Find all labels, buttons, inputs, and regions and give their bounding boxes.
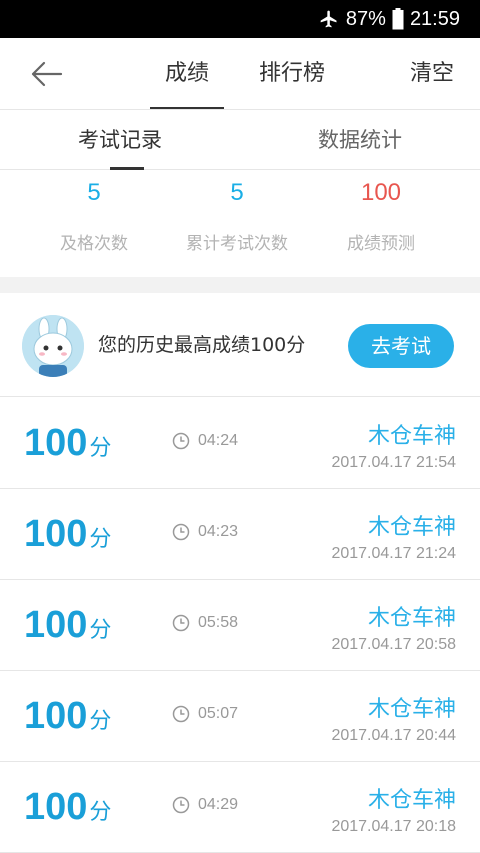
clear-button[interactable]: 清空 (410, 38, 454, 110)
back-button[interactable] (26, 56, 66, 92)
duration-text: 05:07 (198, 705, 239, 722)
airplane-icon (318, 9, 340, 29)
clock-icon (172, 614, 190, 632)
duration-text: 04:23 (198, 523, 239, 540)
score-value: 100 (24, 422, 88, 464)
record-datetime: 2017.04.17 21:54 (331, 454, 456, 471)
section-divider (0, 277, 480, 293)
best-score-text: 您的历史最高成绩100分 (98, 334, 306, 356)
stat-value: 5 (230, 179, 244, 206)
list-item[interactable]: 100分 05:07 木仓车神 2017.04.17 20:44 (0, 671, 480, 762)
list-item[interactable]: 100分 04:24 木仓车神 2017.04.17 21:54 (0, 398, 480, 489)
record-name: 木仓车神 (367, 424, 456, 449)
score-value: 100 (24, 695, 88, 737)
record-duration: 04:29 (172, 796, 238, 814)
stat-label: 累计考试次数 (186, 234, 288, 254)
record-score: 100分 (24, 786, 111, 829)
record-score: 100分 (24, 422, 111, 465)
status-bar: 87% 21:59 (0, 0, 480, 38)
nav-bar: 成绩 排行榜 清空 (0, 38, 480, 110)
record-datetime: 2017.04.17 20:58 (331, 636, 456, 653)
record-name: 木仓车神 (367, 788, 456, 813)
score-unit: 分 (89, 799, 112, 824)
record-name: 木仓车神 (367, 515, 456, 540)
duration-text: 05:58 (198, 614, 239, 631)
stat-value: 100 (360, 179, 402, 206)
record-datetime: 2017.04.17 20:44 (331, 727, 456, 744)
clock-icon (172, 523, 190, 541)
stats-panel: 5 及格次数 5 累计考试次数 100 成绩预测 (0, 171, 480, 277)
stat-total-exams: 5 累计考试次数 (157, 171, 317, 254)
score-unit: 分 (89, 708, 112, 733)
sub-tabs: 考试记录 数据统计 (0, 110, 480, 170)
record-score: 100分 (24, 695, 111, 738)
record-list: 100分 04:24 木仓车神 2017.04.17 21:54 100分 04… (0, 398, 480, 853)
score-unit: 分 (89, 617, 112, 642)
tab-exam-records[interactable]: 考试记录 (70, 110, 170, 170)
duration-text: 04:24 (198, 432, 239, 449)
battery-icon (392, 8, 404, 30)
list-item[interactable]: 100分 05:58 木仓车神 2017.04.17 20:58 (0, 580, 480, 671)
record-duration: 05:07 (172, 705, 238, 723)
stat-pass-count: 5 及格次数 (14, 171, 174, 254)
list-item[interactable]: 100分 04:29 木仓车神 2017.04.17 20:18 (0, 762, 480, 853)
record-name: 木仓车神 (367, 606, 456, 631)
record-name: 木仓车神 (367, 697, 456, 722)
score-unit: 分 (89, 526, 112, 551)
stat-value: 5 (87, 179, 101, 206)
status-time: 21:59 (409, 7, 460, 30)
back-arrow-icon (31, 61, 63, 87)
list-item[interactable]: 100分 04:23 木仓车神 2017.04.17 21:24 (0, 489, 480, 580)
battery-percent: 87% (345, 7, 386, 30)
status-right: 87% 21:59 (318, 0, 460, 38)
record-duration: 04:24 (172, 432, 238, 450)
active-tab-indicator (150, 107, 224, 109)
clock-icon (172, 432, 190, 450)
best-score-row: 您的历史最高成绩100分 去考试 (0, 293, 480, 397)
record-score: 100分 (24, 604, 111, 647)
score-value: 100 (24, 513, 88, 555)
score-unit: 分 (89, 435, 112, 460)
record-score: 100分 (24, 513, 111, 556)
duration-text: 04:29 (198, 796, 239, 813)
record-datetime: 2017.04.17 20:18 (331, 818, 456, 835)
clock-icon (172, 705, 190, 723)
stat-score-prediction: 100 成绩预测 (301, 171, 461, 254)
record-datetime: 2017.04.17 21:24 (331, 545, 456, 562)
stat-label: 及格次数 (60, 234, 128, 254)
record-duration: 04:23 (172, 523, 238, 541)
take-exam-button[interactable]: 去考试 (348, 324, 454, 368)
tab-ranking[interactable]: 排行榜 (250, 38, 334, 110)
score-value: 100 (24, 786, 88, 828)
tab-data-statistics[interactable]: 数据统计 (300, 110, 420, 170)
tab-scores[interactable]: 成绩 (150, 38, 224, 110)
avatar (22, 315, 84, 377)
record-duration: 05:58 (172, 614, 238, 632)
active-subtab-indicator (110, 167, 144, 170)
stat-label: 成绩预测 (347, 234, 415, 254)
score-value: 100 (24, 604, 88, 646)
clock-icon (172, 796, 190, 814)
